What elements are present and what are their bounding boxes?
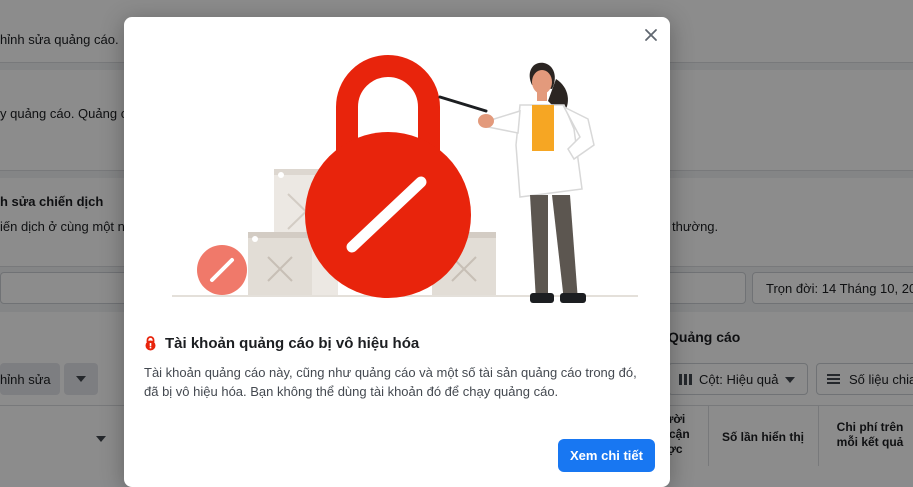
dialog-title: Tài khoản quảng cáo bị vô hiệu hóa	[165, 335, 420, 352]
blocked-icon	[197, 245, 247, 295]
close-button[interactable]	[640, 24, 662, 46]
lock-alert-icon	[145, 336, 156, 351]
dialog-body: Tài khoản quảng cáo này, cũng như quảng …	[144, 365, 637, 399]
close-icon	[645, 29, 657, 41]
padlock-icon	[305, 55, 471, 298]
box-icon	[248, 232, 312, 295]
view-details-button[interactable]: Xem chi tiết	[558, 439, 655, 472]
dialog-title-row: Tài khoản quảng cáo bị vô hiệu hóa	[144, 335, 419, 352]
disabled-account-illustration	[172, 55, 638, 303]
disabled-account-dialog: Tài khoản quảng cáo bị vô hiệu hóa Tài k…	[124, 17, 670, 487]
